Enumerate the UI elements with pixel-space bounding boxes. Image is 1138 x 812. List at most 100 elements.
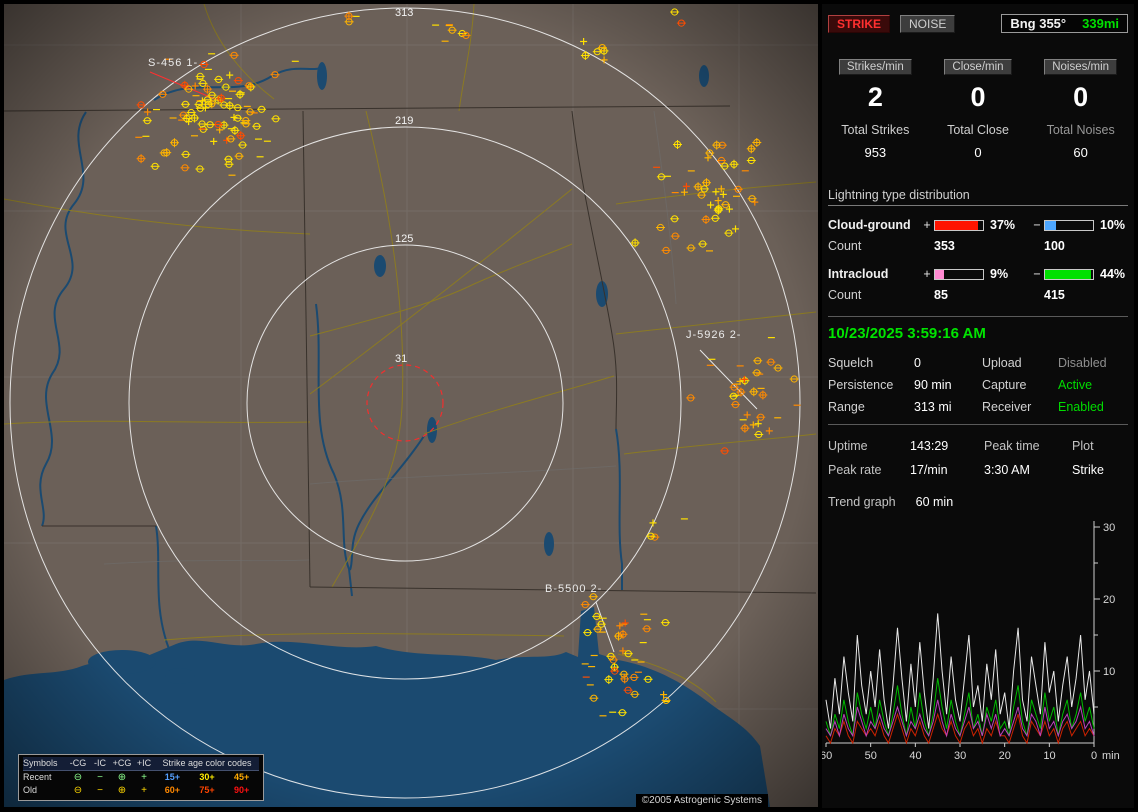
distribution-row-intracloud: Intracloud + 9% − 44%	[828, 267, 1128, 281]
capture-status: Active	[1058, 378, 1093, 392]
cg-plus-bar	[934, 219, 984, 231]
noises-per-min-button[interactable]: Noises/min	[1044, 59, 1118, 75]
total-close-value: 0	[974, 145, 982, 160]
trend-graph-label: Trend graph	[828, 495, 896, 509]
age-45: 45+	[234, 772, 250, 782]
close-per-min-value: 0	[970, 82, 986, 112]
pos-cg-symbol-icon: ⊕	[117, 785, 127, 796]
distribution-row-cloud-ground: Cloud-ground + 37% − 10%	[828, 218, 1128, 232]
range-ring-label: 125	[395, 233, 413, 245]
strike-mode-button[interactable]: STRIKE	[828, 14, 891, 33]
age-15: 15+	[164, 772, 180, 782]
map-legend: Symbols -CG -IC +CG +IC Strike age color…	[18, 754, 264, 801]
capture-label: Capture	[982, 378, 1027, 392]
trend-graph-header: Trend graph 60 min	[828, 495, 1128, 509]
svg-text:0: 0	[1091, 750, 1097, 762]
neg-cg-symbol-icon: ⊖	[73, 785, 83, 796]
neg-ic-symbol-icon: −	[97, 772, 103, 783]
peak-time-label: Peak time	[984, 439, 1040, 453]
range-label: Range	[828, 400, 865, 414]
svg-text:30: 30	[1103, 522, 1115, 534]
cg-minus-bar	[1044, 219, 1094, 231]
peak-rate-label: Peak rate	[828, 463, 882, 477]
legend-col-pic: +IC	[136, 758, 152, 768]
legend-recent-label: Recent	[23, 772, 52, 782]
ic-plus-percent: 9%	[990, 267, 1009, 281]
total-counters: Total Strikes Total Close Total Noises 9…	[824, 123, 1132, 160]
pos-ic-symbol-icon: +	[141, 772, 147, 783]
svg-text:10: 10	[1103, 666, 1115, 678]
cloud-ground-label: Cloud-ground	[828, 218, 911, 232]
squelch-label: Squelch	[828, 356, 874, 370]
rate-counters: Strikes/min Close/min Noises/min 2 0 0	[824, 59, 1132, 111]
distribution-title: Lightning type distribution	[828, 188, 1128, 206]
legend-header: Symbols -CG -IC +CG +IC Strike age color…	[23, 757, 259, 771]
lightning-type-distribution: Lightning type distribution Cloud-ground…	[828, 188, 1128, 302]
noises-per-min-value: 0	[1073, 82, 1089, 112]
upload-label: Upload	[982, 356, 1022, 370]
neg-ic-symbol-icon: −	[97, 785, 103, 796]
noise-mode-button[interactable]: NOISE	[900, 14, 956, 33]
station-label: B-5500 2-	[545, 583, 602, 595]
legend-col-pcg: +CG	[112, 758, 132, 768]
total-noises-label: Total Noises	[1046, 123, 1115, 137]
range-value: 313 mi	[914, 400, 952, 414]
trend-graph: 10 20 30 60 50 40 30 20 10 0 min	[822, 521, 1120, 762]
age-90: 90+	[234, 785, 250, 795]
total-noises-value: 60	[1073, 145, 1088, 160]
map-canvas: 313 219 125 31 S-456 1- J-5926 2- B-5500 2-	[4, 4, 818, 807]
svg-text:60: 60	[822, 750, 832, 762]
bearing-distance: 339mi	[1082, 16, 1119, 31]
age-30: 30+	[199, 772, 215, 782]
svg-text:20: 20	[999, 750, 1011, 762]
upload-status: Disabled	[1058, 356, 1107, 370]
intracloud-label: Intracloud	[828, 267, 889, 281]
mode-toolbar: STRIKE NOISE Bng 355° 339mi	[828, 14, 1128, 33]
peak-time-value: 3:30 AM	[984, 463, 1030, 477]
ic-minus-bar	[1044, 268, 1094, 280]
range-ring-label: 31	[395, 353, 407, 365]
bearing-value: Bng 355°	[1010, 16, 1067, 31]
legend-old-label: Old	[23, 785, 38, 795]
close-per-min-button[interactable]: Close/min	[944, 59, 1012, 75]
age-75: 75+	[199, 785, 215, 795]
svg-text:40: 40	[909, 750, 921, 762]
trend-graph-range[interactable]: 60 min	[916, 495, 954, 509]
plus-sign: +	[923, 267, 931, 281]
range-ring-label: 313	[395, 7, 413, 19]
trend-series-negative-cg	[825, 678, 1095, 738]
minus-sign: −	[1033, 218, 1041, 232]
lightning-tracker-app: 313 219 125 31 S-456 1- J-5926 2- B-5500 2- S…	[0, 0, 1138, 812]
legend-age-title: Strike age color codes	[162, 758, 252, 768]
pos-cg-symbol-icon: ⊕	[117, 772, 127, 783]
svg-text:50: 50	[865, 750, 877, 762]
neg-cg-symbol-icon: ⊖	[73, 772, 83, 783]
plot-label: Plot	[1072, 439, 1094, 453]
trend-series-total-strikes	[825, 613, 1095, 729]
status-settings: Squelch 0 Upload Disabled Persistence 90…	[828, 356, 1128, 414]
bearing-readout: Bng 355° 339mi	[1001, 14, 1128, 33]
strikes-per-min-button[interactable]: Strikes/min	[838, 59, 912, 75]
total-close-label: Total Close	[947, 123, 1009, 137]
divider	[828, 316, 1128, 317]
minus-sign: −	[1033, 267, 1041, 281]
legend-col-nic: -IC	[94, 758, 106, 768]
cg-minus-percent: 10%	[1100, 218, 1126, 232]
legend-row-recent: Recent ⊖ − ⊕ + 15+ 30+ 45+	[23, 771, 259, 784]
lightning-map[interactable]: 313 219 125 31 S-456 1- J-5926 2- B-5500 2- S…	[4, 4, 818, 807]
svg-text:30: 30	[954, 750, 966, 762]
strikes-per-min-value: 2	[867, 82, 883, 112]
cg-minus-count: 100	[1044, 239, 1065, 253]
persistence-value: 90 min	[914, 378, 952, 392]
uptime-value: 143:29	[910, 439, 949, 453]
ic-minus-count: 415	[1044, 288, 1065, 302]
cg-plus-percent: 37%	[990, 218, 1016, 232]
plot-value: Strike	[1072, 463, 1104, 477]
cg-plus-count: 353	[934, 239, 955, 253]
uptime-label: Uptime	[828, 439, 868, 453]
count-label: Count	[828, 239, 862, 253]
datetime-display: 10/23/2025 3:59:16 AM	[828, 325, 986, 342]
ic-minus-percent: 44%	[1100, 267, 1126, 281]
pos-ic-symbol-icon: +	[141, 785, 147, 796]
ic-plus-count: 85	[934, 288, 948, 302]
